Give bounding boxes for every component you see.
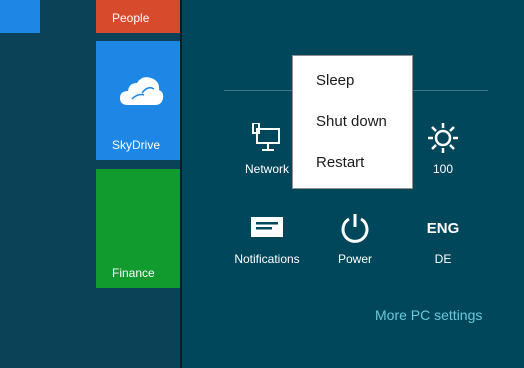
power-menu: Sleep Shut down Restart bbox=[292, 55, 413, 189]
tile-people-label: People bbox=[112, 11, 150, 25]
power-label: Power bbox=[337, 252, 372, 266]
notifications-label: Notifications bbox=[234, 252, 300, 266]
power-setting[interactable]: Power bbox=[315, 210, 395, 266]
tile-skydrive[interactable]: SkyDrive bbox=[96, 41, 180, 160]
tile-finance[interactable]: Finance bbox=[96, 169, 180, 288]
tile-finance-label: Finance bbox=[112, 266, 155, 280]
brightness-setting[interactable]: 100 bbox=[403, 120, 483, 176]
menu-item-restart[interactable]: Restart bbox=[293, 150, 412, 191]
wired-network-icon bbox=[252, 123, 280, 151]
tile-people[interactable]: People bbox=[96, 0, 180, 33]
more-pc-settings-link[interactable]: More PC settings bbox=[375, 307, 482, 323]
cloud-icon bbox=[120, 77, 164, 105]
keyboard-language-code: ENG bbox=[426, 219, 460, 237]
keyboard-setting[interactable]: ENG DE bbox=[403, 210, 483, 267]
notifications-setting[interactable]: Notifications bbox=[227, 210, 307, 266]
menu-item-shut-down[interactable]: Shut down bbox=[293, 109, 412, 150]
power-icon bbox=[341, 214, 369, 243]
tile-partial[interactable] bbox=[0, 0, 40, 33]
menu-item-sleep[interactable]: Sleep bbox=[293, 68, 412, 109]
brightness-value: 100 bbox=[432, 162, 454, 176]
tile-skydrive-label: SkyDrive bbox=[112, 138, 161, 152]
notifications-icon bbox=[251, 217, 283, 237]
brightness-icon bbox=[428, 123, 458, 153]
keyboard-layout-label: DE bbox=[434, 252, 452, 266]
